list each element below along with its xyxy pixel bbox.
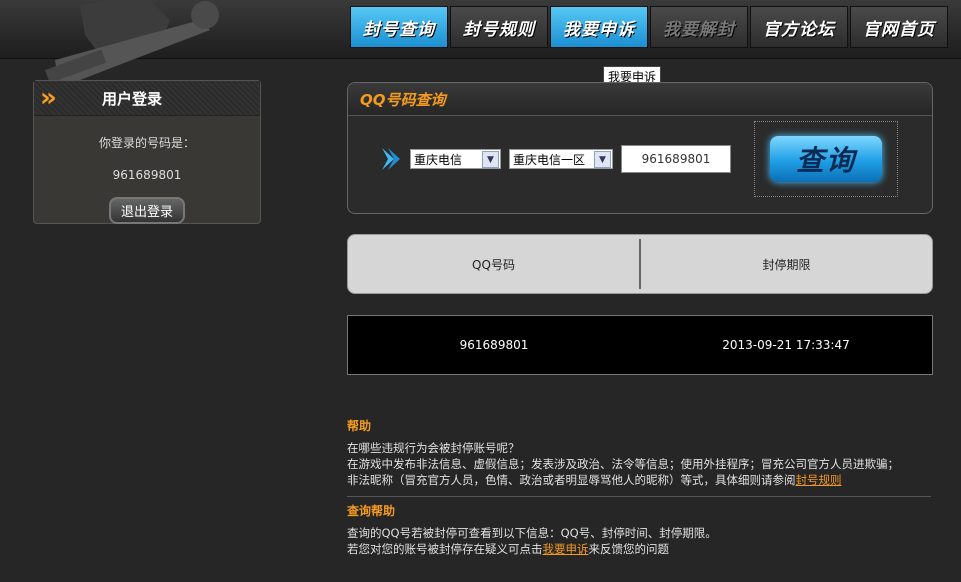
nav-ban-query[interactable]: 封号查询 bbox=[350, 6, 448, 48]
row-qq: 961689801 bbox=[459, 338, 529, 352]
top-nav-bar: 封号查询 封号规则 我要申诉 我要解封 官方论坛 官网首页 bbox=[0, 0, 961, 90]
main-nav: 封号查询 封号规则 我要申诉 我要解封 官方论坛 官网首页 bbox=[350, 6, 948, 48]
login-title: 用户登录 bbox=[102, 89, 163, 108]
help-line-3: 查询的QQ号若被封停可查看到以下信息：QQ号、封停时间、封停期限。 bbox=[347, 526, 717, 540]
query-title: QQ号码查询 bbox=[360, 90, 446, 109]
row-until: 2013-09-21 17:33:47 bbox=[722, 338, 850, 352]
login-panel: » 用户登录 你登录的号码是： 961689801 退出登录 bbox=[33, 80, 261, 224]
help-line-2-text: 非法昵称（冒充官方人员，色情、政治或者明显辱骂他人的昵称）等式，具体细则请参阅 bbox=[347, 473, 796, 487]
chevron-down-icon: ▼ bbox=[594, 151, 611, 168]
isp-select-value: 重庆电信 bbox=[414, 152, 463, 167]
help-line-1: 在游戏中发布非法信息、虚假信息；发表涉及政治、法令等信息；使用外挂程序；冒充公司… bbox=[347, 457, 899, 471]
help-line-4-suffix: 来反馈您的问题 bbox=[588, 542, 670, 556]
chevron-down-icon: ▼ bbox=[482, 151, 499, 168]
appeal-link[interactable]: 我要申诉 bbox=[543, 542, 589, 556]
help-line-4: 若您对您的账号被封停存在疑义可点击我要申诉来反馈您的问题 bbox=[347, 541, 931, 557]
nav-forum[interactable]: 官方论坛 bbox=[750, 6, 848, 48]
arrow-right-icon bbox=[382, 148, 400, 170]
query-button[interactable]: 查询 bbox=[770, 136, 882, 182]
nav-appeal[interactable]: 我要申诉 bbox=[550, 6, 648, 48]
double-chevron-icon: » bbox=[40, 83, 57, 113]
help-line-2: 非法昵称（冒充官方人员，色情、政治或者明显辱骂他人的昵称）等式，具体细则请参阅封… bbox=[347, 472, 931, 488]
help-title: 帮助 bbox=[347, 419, 372, 433]
isp-select[interactable]: 重庆电信 ▼ bbox=[410, 149, 501, 169]
help-divider bbox=[347, 496, 931, 497]
query-help-title: 查询帮助 bbox=[347, 504, 396, 518]
help-section: 帮助 在哪些违规行为会被封停账号呢？ 在游戏中发布非法信息、虚假信息；发表涉及政… bbox=[347, 418, 931, 557]
header-until: 封停期限 bbox=[762, 257, 811, 272]
help-question: 在哪些违规行为会被封停账号呢？ bbox=[347, 441, 520, 455]
logout-button[interactable]: 退出登录 bbox=[108, 197, 185, 224]
table-row: 961689801 2013-09-21 17:33:47 bbox=[347, 315, 933, 375]
help-line-4-text: 若您对您的账号被封停存在疑义可点击 bbox=[347, 542, 543, 556]
nav-ban-rules[interactable]: 封号规则 bbox=[450, 6, 548, 48]
region-select[interactable]: 重庆电信一区 ▼ bbox=[509, 149, 613, 169]
login-label: 你登录的号码是： bbox=[98, 136, 195, 150]
query-button-frame: 查询 bbox=[754, 121, 898, 197]
login-header: » 用户登录 bbox=[34, 81, 260, 116]
result-table-header: QQ号码 封停期限 bbox=[347, 234, 933, 294]
nav-unban[interactable]: 我要解封 bbox=[650, 6, 748, 48]
qq-query-panel: QQ号码查询 重庆电信 ▼ 重庆电信一区 ▼ 961689801 查询 bbox=[347, 82, 933, 214]
ban-rules-link[interactable]: 封号规则 bbox=[796, 473, 842, 487]
login-qq-number: 961689801 bbox=[112, 168, 182, 182]
query-header: QQ号码查询 bbox=[348, 83, 932, 116]
header-qq: QQ号码 bbox=[472, 257, 515, 272]
qq-input[interactable]: 961689801 bbox=[621, 145, 731, 173]
nav-home[interactable]: 官网首页 bbox=[850, 6, 948, 48]
region-select-value: 重庆电信一区 bbox=[513, 152, 586, 167]
